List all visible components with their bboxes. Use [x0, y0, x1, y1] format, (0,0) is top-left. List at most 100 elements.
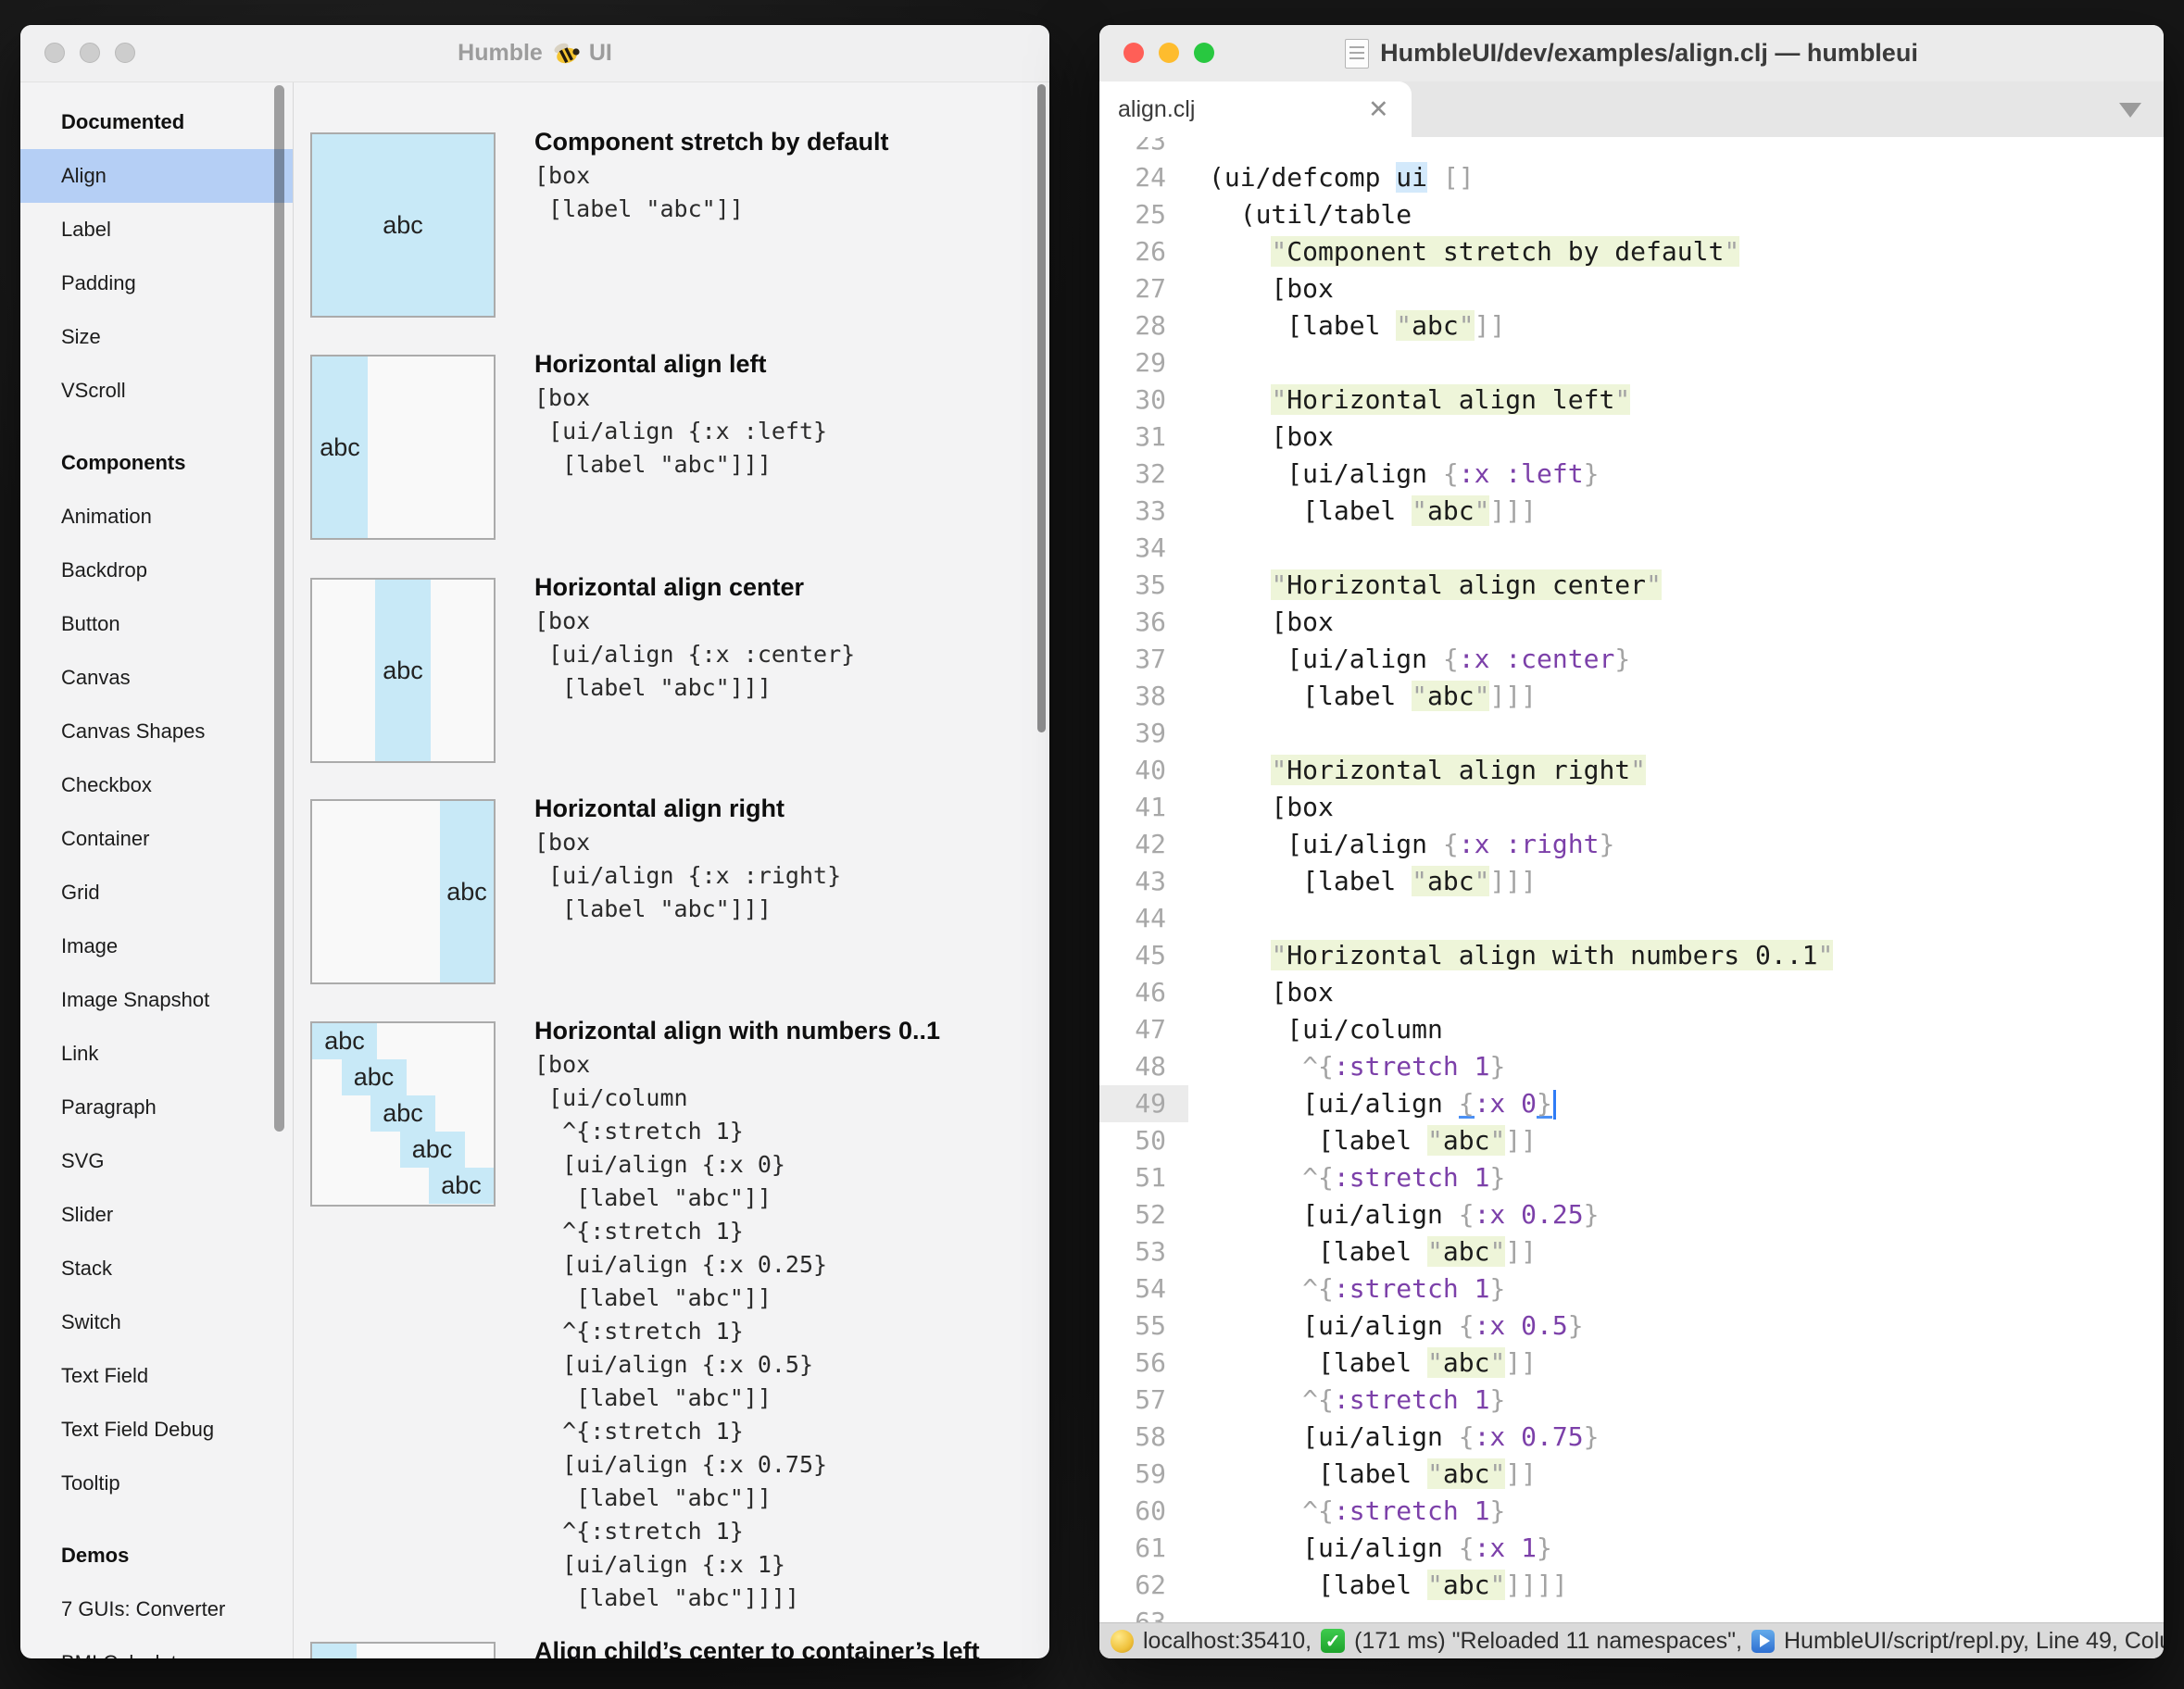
- code-token: {: [1443, 829, 1459, 859]
- line-source: [1188, 1604, 1209, 1622]
- code-line-49: 49 [ui/align {:x 0}: [1099, 1085, 2164, 1122]
- line-source: [1188, 715, 1209, 752]
- code-token: [1505, 1088, 1521, 1119]
- example-title: Horizontal align right: [534, 793, 1049, 824]
- sidebar-item-link[interactable]: Link: [20, 1027, 293, 1081]
- sidebar-item-bmi-calculator[interactable]: BMI Calculator: [20, 1636, 293, 1658]
- code-token: }: [1584, 1421, 1600, 1452]
- sidebar-item-image[interactable]: Image: [20, 920, 293, 973]
- example-text: Component stretch by default[box [label …: [534, 126, 1049, 226]
- line-number: 42: [1099, 826, 1188, 863]
- code-token: [1427, 162, 1443, 193]
- editor-titlebar[interactable]: HumbleUI/dev/examples/align.clj — humble…: [1099, 25, 2164, 81]
- line-number: 34: [1099, 530, 1188, 567]
- sidebar-item-animation[interactable]: Animation: [20, 490, 293, 544]
- line-number: 44: [1099, 900, 1188, 937]
- code-token: [1505, 1199, 1521, 1230]
- tab-close-icon[interactable]: ✕: [1368, 81, 1389, 137]
- sidebar-item-size[interactable]: Size: [20, 310, 293, 364]
- demo-label: abc: [383, 211, 423, 240]
- code-token: 1: [1521, 1533, 1537, 1563]
- code-token: ": [1427, 1347, 1443, 1378]
- line-source: [label "abc"]]: [1188, 1233, 1537, 1270]
- code-token: [1505, 1421, 1521, 1452]
- sidebar-item-canvas-shapes[interactable]: Canvas Shapes: [20, 705, 293, 758]
- demo-label: abc: [441, 1171, 482, 1200]
- code-token: Horizontal align left: [1287, 384, 1614, 415]
- code-token: [label: [1209, 1347, 1427, 1378]
- line-number: 58: [1099, 1419, 1188, 1456]
- sidebar-item-backdrop[interactable]: Backdrop: [20, 544, 293, 597]
- line-source: [1188, 137, 1209, 159]
- sidebar-item-text-field-debug[interactable]: Text Field Debug: [20, 1403, 293, 1457]
- line-number: 36: [1099, 604, 1188, 641]
- code-token: ": [1489, 1125, 1505, 1156]
- sidebar-item-text-field[interactable]: Text Field: [20, 1349, 293, 1403]
- tab-align-clj[interactable]: align.clj ✕: [1099, 81, 1412, 137]
- code-token: ]]]]: [1505, 1570, 1567, 1600]
- line-source: [label "abc"]]]: [1188, 678, 1537, 715]
- line-number: 56: [1099, 1345, 1188, 1382]
- code-token: {: [1459, 1533, 1475, 1563]
- code-token: []: [1443, 162, 1475, 193]
- code-token: [label: [1209, 1570, 1427, 1600]
- line-number: 52: [1099, 1196, 1188, 1233]
- code-token: (util/table: [1209, 199, 1412, 230]
- demo-label: abc: [383, 657, 423, 685]
- sidebar-item-label[interactable]: Label: [20, 203, 293, 256]
- code-token: 1: [1475, 1273, 1490, 1304]
- sidebar-item-paragraph[interactable]: Paragraph: [20, 1081, 293, 1134]
- sidebar-item-tooltip[interactable]: Tooltip: [20, 1457, 293, 1510]
- left-titlebar[interactable]: Humble UI: [20, 25, 1049, 82]
- close-button[interactable]: [44, 43, 65, 63]
- line-number: 48: [1099, 1048, 1188, 1085]
- code-token: ": [1817, 940, 1833, 970]
- sidebar-item-checkbox[interactable]: Checkbox: [20, 758, 293, 812]
- minimize-button[interactable]: [80, 43, 100, 63]
- demo-fill-area: abc: [312, 134, 494, 316]
- code-line-27: 27 [box: [1099, 270, 2164, 307]
- code-line-62: 62 [label "abc"]]]]: [1099, 1567, 2164, 1604]
- demo-label: abc: [320, 433, 360, 462]
- line-source: [box: [1188, 789, 1334, 826]
- sidebar-item-svg[interactable]: SVG: [20, 1134, 293, 1188]
- sidebar-item-vscroll[interactable]: VScroll: [20, 364, 293, 418]
- yellow-circle-icon: [1111, 1630, 1134, 1653]
- sidebar-group-header-documented: Documented: [20, 95, 293, 149]
- code-token: 1: [1475, 1162, 1490, 1193]
- code-token: [ui/align: [1209, 644, 1443, 674]
- sidebar-item-grid[interactable]: Grid: [20, 866, 293, 920]
- sidebar-item-image-snapshot[interactable]: Image Snapshot: [20, 973, 293, 1027]
- sidebar-item-stack[interactable]: Stack: [20, 1242, 293, 1295]
- sidebar-item-switch[interactable]: Switch: [20, 1295, 293, 1349]
- code-token: [1459, 1273, 1475, 1304]
- zoom-button[interactable]: [115, 43, 135, 63]
- sidebar-item-slider[interactable]: Slider: [20, 1188, 293, 1242]
- sidebar-item-container[interactable]: Container: [20, 812, 293, 866]
- line-number: 47: [1099, 1011, 1188, 1048]
- sidebar-scrollbar-thumb[interactable]: [274, 85, 284, 1132]
- code-token: [ui/align: [1209, 1533, 1459, 1563]
- sidebar-item-padding[interactable]: Padding: [20, 256, 293, 310]
- sidebar-item-align[interactable]: Align: [20, 149, 293, 203]
- close-button[interactable]: [1123, 43, 1144, 63]
- code-token: [box: [1209, 273, 1334, 304]
- code-token: ": [1271, 940, 1287, 970]
- sidebar-item-canvas[interactable]: Canvas: [20, 651, 293, 705]
- tab-list-dropdown-icon[interactable]: [2119, 103, 2141, 118]
- line-number: 55: [1099, 1307, 1188, 1345]
- code-line-38: 38 [label "abc"]]]: [1099, 678, 2164, 715]
- code-token: ": [1630, 755, 1646, 785]
- code-token: ": [1489, 1570, 1505, 1600]
- code-editor[interactable]: 2324(ui/defcomp ui []25 (util/table26 "C…: [1099, 137, 2164, 1622]
- code-token: [1209, 1495, 1302, 1526]
- zoom-button[interactable]: [1194, 43, 1214, 63]
- code-token: [label: [1209, 1236, 1427, 1267]
- code-token: [1505, 1310, 1521, 1341]
- code-token: [1505, 1533, 1521, 1563]
- minimize-button[interactable]: [1159, 43, 1179, 63]
- code-token: ]]]: [1489, 866, 1537, 896]
- sidebar-item-7-guis-converter[interactable]: 7 GUIs: Converter: [20, 1583, 293, 1636]
- code-token: abc: [1443, 1125, 1490, 1156]
- sidebar-item-button[interactable]: Button: [20, 597, 293, 651]
